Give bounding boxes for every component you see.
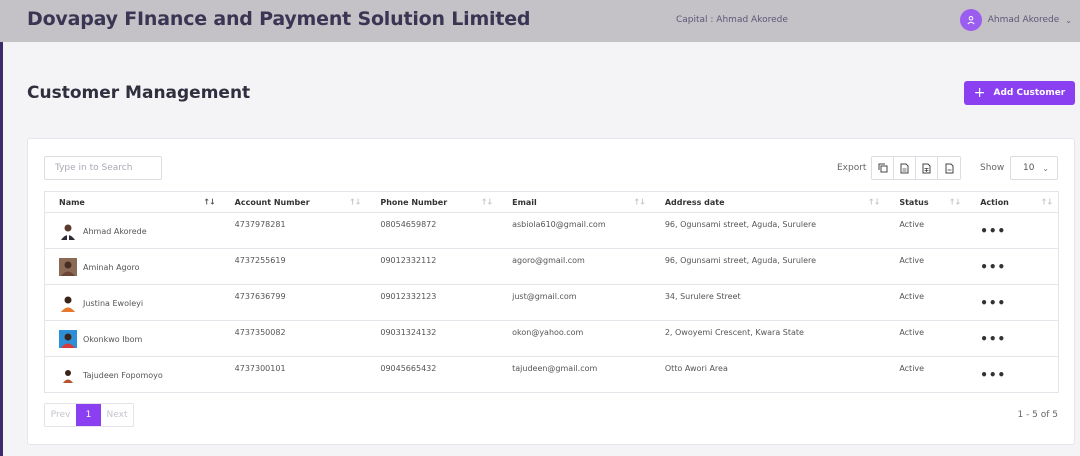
name-cell: Justina Ewoleyi	[45, 285, 221, 320]
pagination: Prev 1 Next	[44, 403, 134, 427]
name-cell: Aminah Agoro	[45, 249, 221, 284]
address-cell: 2, Owoyemi Crescent, Kwara State	[664, 328, 804, 337]
excel-file-icon[interactable]	[916, 157, 938, 179]
chevron-down-icon: ⌄	[1042, 163, 1049, 173]
table-row[interactable]: Aminah Agoro 4737255619 09012332112 agor…	[45, 248, 1058, 284]
action-cell: •••	[966, 213, 1058, 248]
search-input[interactable]	[44, 156, 162, 180]
table-row[interactable]: Tajudeen Fopomoyo 4737300101 09045665432…	[45, 356, 1058, 392]
customer-photo	[61, 224, 75, 240]
status-cell: Active	[899, 220, 925, 229]
customer-photo	[59, 258, 77, 276]
export-buttons	[871, 156, 961, 180]
customer-table: Name ↑↓ Account Number ↑↓ Phone Number ↑↓ E…	[44, 191, 1059, 393]
column-header-phone[interactable]: Phone Number ↑↓	[366, 198, 498, 207]
more-actions-icon[interactable]: •••	[980, 296, 1006, 310]
email-cell: asbiola610@gmail.com	[512, 220, 606, 229]
column-header-address[interactable]: Address date ↑↓	[651, 198, 886, 207]
page-size-value: 10	[1023, 163, 1035, 173]
add-customer-button[interactable]: + Add Customer	[964, 81, 1075, 105]
pagination-range: 1 - 5 of 5	[1017, 410, 1058, 420]
sort-icon: ↑↓	[948, 197, 961, 207]
prev-page-button[interactable]: Prev	[45, 404, 76, 426]
more-actions-icon[interactable]: •••	[980, 332, 1006, 346]
column-header-action[interactable]: Action ↑↓	[966, 198, 1058, 207]
phone-cell: 09045665432	[380, 364, 437, 373]
sort-icon: ↑↓	[633, 197, 645, 207]
copy-icon[interactable]	[872, 157, 894, 179]
pdf-file-icon[interactable]	[938, 157, 960, 179]
customer-photo	[59, 330, 77, 348]
status-cell: Active	[899, 256, 925, 265]
page-1-button[interactable]: 1	[76, 404, 101, 426]
customer-photo	[61, 296, 75, 312]
action-cell: •••	[966, 249, 1058, 284]
next-page-button[interactable]: Next	[101, 404, 133, 426]
more-actions-icon[interactable]: •••	[980, 260, 1006, 274]
show-label: Show	[980, 163, 1005, 173]
table-row[interactable]: Okonkwo Ibom 4737350082 09031324132 okon…	[45, 320, 1058, 356]
email-cell: just@gmail.com	[512, 292, 577, 301]
plus-icon: +	[973, 85, 986, 101]
status-cell: Active	[899, 328, 925, 337]
column-header-email[interactable]: Email ↑↓	[498, 198, 651, 207]
table-row[interactable]: Ahmad Akorede 4737978281 08054659872 asb…	[45, 212, 1058, 248]
add-customer-label: Add Customer	[993, 88, 1066, 98]
account-cell: 4737350082	[234, 328, 286, 337]
sort-icon: ↑↓	[867, 197, 880, 207]
email-cell: okon@yahoo.com	[512, 328, 584, 337]
sort-icon: ↑↓	[203, 197, 215, 207]
user-menu[interactable]: Ahmad Akorede ⌄	[959, 9, 1072, 31]
export-label: Export	[837, 163, 867, 173]
email-cell: agoro@gmail.com	[512, 256, 585, 265]
status-cell: Active	[899, 292, 925, 301]
user-name: Ahmad Akorede	[987, 15, 1060, 25]
column-header-name[interactable]: Name ↑↓	[45, 198, 221, 207]
phone-cell: 09012332123	[380, 292, 437, 301]
chevron-down-icon: ⌄	[1065, 15, 1072, 25]
table-row[interactable]: Justina Ewoleyi 4737636799 09012332123 j…	[45, 284, 1058, 320]
account-cell: 4737978281	[234, 220, 286, 229]
more-actions-icon[interactable]: •••	[980, 368, 1006, 382]
address-cell: 96, Ogunsami street, Aguda, Surulere	[664, 256, 817, 265]
phone-cell: 08054659872	[380, 220, 437, 229]
customer-card: Export Show 10 ⌄ Name↑↓ Account Number↑↓…	[27, 138, 1075, 445]
user-avatar-icon	[959, 9, 982, 31]
action-cell: •••	[966, 321, 1058, 356]
csv-file-icon[interactable]	[894, 157, 916, 179]
customer-photo	[63, 370, 73, 383]
name-cell: Okonkwo Ibom	[45, 321, 221, 356]
sort-icon: ↑↓	[348, 197, 361, 207]
capital-label: Capital : Ahmad Akorede	[676, 15, 788, 25]
column-header-status[interactable]: Status ↑↓	[885, 198, 966, 207]
sort-icon: ↑↓	[480, 197, 493, 207]
page-title: Customer Management	[27, 83, 251, 103]
action-cell: •••	[966, 357, 1058, 392]
address-cell: Otto Awori Area	[664, 364, 728, 373]
sort-icon: ↑↓	[1040, 197, 1053, 207]
more-actions-icon[interactable]: •••	[980, 224, 1006, 238]
account-cell: 4737255619	[234, 256, 286, 265]
brand-title: Dovapay FInance and Payment Solution Lim…	[27, 8, 531, 30]
top-header: Dovapay FInance and Payment Solution Lim…	[0, 0, 1080, 42]
account-cell: 4737300101	[234, 364, 286, 373]
address-cell: 34, Surulere Street	[664, 292, 741, 301]
table-header-row: Name ↑↓ Account Number ↑↓ Phone Number ↑↓ E…	[45, 192, 1058, 212]
phone-cell: 09012332112	[380, 256, 437, 265]
address-cell: 96, Ogunsami street, Aguda, Surulere	[664, 220, 817, 229]
name-cell: Tajudeen Fopomoyo	[45, 357, 221, 392]
column-header-account[interactable]: Account Number ↑↓	[221, 198, 367, 207]
action-cell: •••	[966, 285, 1058, 320]
page-size-select[interactable]: 10 ⌄	[1010, 156, 1058, 180]
status-cell: Active	[899, 364, 925, 373]
email-cell: tajudeen@gmail.com	[512, 364, 598, 373]
phone-cell: 09031324132	[380, 328, 437, 337]
name-cell: Ahmad Akorede	[45, 213, 221, 248]
left-edge-bar	[0, 42, 3, 456]
account-cell: 4737636799	[234, 292, 286, 301]
